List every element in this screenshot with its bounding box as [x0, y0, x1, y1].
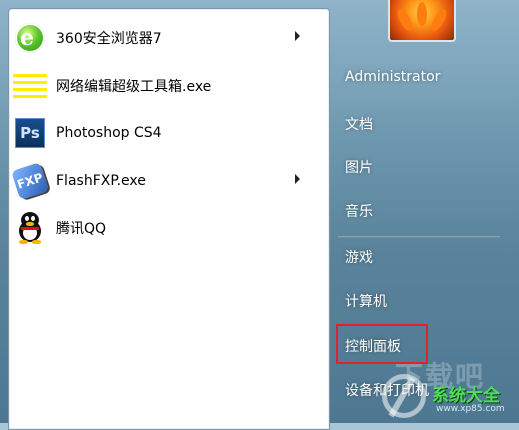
program-label: Photoshop CS4	[56, 125, 162, 141]
program-label: 360安全浏览器7	[56, 31, 162, 47]
documents-link[interactable]: 文档	[345, 114, 373, 134]
pictures-link[interactable]: 图片	[345, 157, 373, 177]
games-link[interactable]: 游戏	[345, 247, 373, 267]
watermark-url: www.xp85.com	[436, 404, 505, 414]
computer-link[interactable]: 计算机	[345, 291, 387, 311]
program-item-toolbox[interactable]: 网络编辑超级工具箱.exe	[6, 66, 312, 106]
user-avatar[interactable]	[388, 0, 456, 42]
program-item-photoshop[interactable]: Ps Photoshop CS4	[6, 113, 312, 153]
watermark-logo-icon	[382, 374, 426, 418]
submenu-arrow-icon[interactable]	[295, 174, 300, 184]
watermark-text: 系统大全	[432, 386, 500, 406]
program-label: FlashFXP.exe	[56, 173, 146, 189]
menu-separator	[338, 236, 500, 238]
program-item-qq[interactable]: 腾讯QQ	[6, 208, 312, 248]
user-name-link[interactable]: Administrator	[345, 69, 440, 85]
program-item-360-browser[interactable]: e 360安全浏览器7	[6, 18, 312, 58]
music-link[interactable]: 音乐	[345, 201, 373, 221]
360-browser-icon: e	[12, 20, 48, 56]
submenu-arrow-icon[interactable]	[295, 31, 300, 41]
program-label: 网络编辑超级工具箱.exe	[56, 79, 212, 95]
photoshop-icon: Ps	[12, 115, 48, 151]
program-item-flashfxp[interactable]: FXP FlashFXP.exe	[6, 161, 312, 201]
program-label: 腾讯QQ	[56, 221, 107, 237]
qq-icon	[12, 210, 48, 246]
flashfxp-icon: FXP	[11, 162, 49, 200]
toolbox-icon	[12, 68, 48, 104]
